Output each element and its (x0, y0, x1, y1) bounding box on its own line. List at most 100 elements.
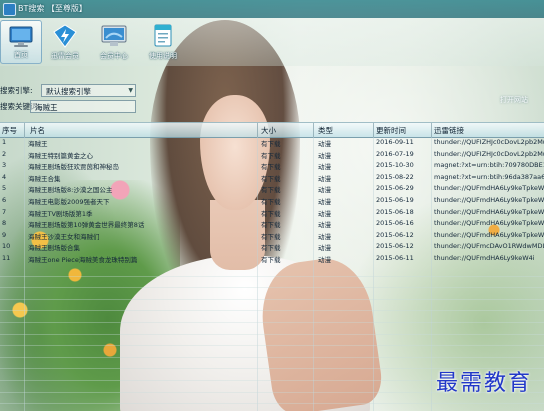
table-cell: 有下载 (261, 232, 281, 241)
table-cell: thunder://QUFmdHA6Ly9keTpkeW4i (434, 230, 544, 239)
column-header-size[interactable]: 大小 (261, 125, 276, 136)
table-cell: 2015-06-12 (376, 230, 414, 239)
table-cell: 9 (2, 230, 7, 239)
table-cell: thunder://QUFmdHA6Ly9keW4i (434, 254, 535, 262)
column-divider (257, 123, 258, 137)
column-header-updated[interactable]: 更新时间 (376, 125, 406, 136)
table-cell: 动漫 (318, 198, 331, 206)
table-cell: 2015-06-16 (376, 219, 414, 228)
table-cell: 海贼王TV剧场版第1季 (28, 209, 93, 218)
table-cell: 海贼王电影版2009强者天下 (28, 198, 110, 206)
chevron-down-icon: ▼ (128, 87, 133, 94)
table-cell: magnet:?xt=urn:btih:709780DBE1 (434, 161, 544, 170)
table-cell: 4 (2, 172, 7, 181)
title-bar[interactable]: BT搜索 【至尊版】 (0, 0, 544, 18)
table-cell: 动漫 (318, 244, 331, 253)
table-row[interactable]: 9 海贼王沙漠王女和海贼们 有下载 动漫 2015-06-12 thunder://QUF… (0, 230, 544, 241)
help-label: 使用说明 (149, 52, 177, 60)
table-row[interactable]: 8 海贼王剧场版第10弹黄金世界最终第8话 有下载 动漫 2015-06-16 thund… (0, 218, 544, 229)
empty-table-row (0, 323, 544, 335)
column-divider (313, 123, 314, 137)
table-cell: thunder://QUFmdHA6Ly9keTpkeW4i (434, 219, 544, 228)
table-cell: 动漫 (318, 151, 331, 160)
table-header: 序号 片名 大小 类型 更新时间 迅雷链接 (0, 122, 544, 138)
table-cell: 2016-07-19 (376, 149, 414, 158)
member-center-label: 会员中心 (100, 52, 128, 60)
table-cell: 动漫 (318, 140, 331, 148)
table-cell: 10 (2, 242, 11, 251)
column-header-title[interactable]: 片名 (30, 125, 45, 136)
monitor-icon (8, 25, 34, 49)
table-cell: 2015-08-22 (376, 172, 414, 181)
empty-table-row (0, 299, 544, 312)
table-cell: 动漫 (318, 209, 331, 218)
table-cell: 海贼王剧场版8:沙漠之国公主 (28, 186, 113, 195)
table-cell: 有下载 (261, 151, 281, 160)
table-cell: 有下载 (261, 186, 281, 195)
table-cell: 5 (2, 184, 7, 193)
table-cell: thunder://QUFmdHA6Ly9keTpkeW4i (434, 184, 544, 193)
table-row[interactable]: 4 海贼王合集 有下载 动漫 2015-08-22 magnet:?xt=urn:btih… (0, 172, 544, 183)
table-row[interactable]: 10 海贼王剧场版合集 有下载 动漫 2015-06-12 thunder://QUFmc… (0, 241, 544, 252)
table-row[interactable]: 7 海贼王TV剧场版第1季 有下载 动漫 2015-06-18 thunder://QUF… (0, 207, 544, 218)
table-cell: 11 (2, 254, 11, 262)
table-cell: thunder://QUFIZHJc0cDovL2pb2MubG9j (434, 138, 544, 146)
table-cell: 2016-09-11 (376, 138, 414, 146)
table-cell: 海贼王one Piece海贼美食龙珠特别篇 (28, 256, 138, 264)
table-cell: 2015-06-19 (376, 196, 414, 204)
window-title: BT搜索 【至尊版】 (18, 4, 87, 13)
empty-table-row (0, 346, 544, 358)
column-divider (373, 123, 374, 137)
table-cell: thunder://QUFmdHA6Ly9keTpkeW4i (434, 207, 544, 216)
table-cell: 2015-10-30 (376, 161, 414, 170)
table-cell: magnet:?xt=urn:btih:96da387aa6 (434, 172, 544, 181)
column-header-index[interactable]: 序号 (2, 125, 17, 136)
xunlei-member-button[interactable]: 迅雷会员 (44, 20, 86, 64)
table-cell: 1 (2, 138, 7, 146)
table-cell: 2015-06-18 (376, 207, 414, 216)
table-cell: 海贼王合集 (28, 174, 61, 183)
table-row[interactable]: 5 海贼王剧场版8:沙漠之国公主 有下载 动漫 2015-06-29 thunder://… (0, 183, 544, 194)
search-keyword-row: 搜索关键词: 海贼王 (0, 100, 140, 114)
search-engine-row: 搜索引擎: 默认搜索引擎 ▼ (0, 84, 140, 98)
table-cell: 海贼王剧场版第10弹黄金世界最终第8话 (28, 221, 145, 230)
home-button[interactable]: 首页 (0, 20, 42, 64)
table-cell: 6 (2, 196, 7, 204)
member-center-icon (101, 24, 127, 48)
table-cell: 动漫 (318, 186, 331, 195)
search-engine-select[interactable]: 默认搜索引擎 ▼ (41, 84, 136, 97)
table-cell: 2 (2, 149, 7, 158)
table-cell: thunder://QUFIZHJc0cDovL2pb2MubG9j (434, 149, 544, 158)
empty-table-row (0, 265, 544, 277)
table-cell: 动漫 (318, 232, 331, 241)
toolbar: 首页 迅雷会员 会员中心 使用说明 (0, 18, 544, 66)
search-engine-value: 默认搜索引擎 (46, 87, 91, 96)
table-cell: 有下载 (261, 221, 281, 230)
table-row[interactable]: 6 海贼王电影版2009强者天下 有下载 动漫 2015-06-19 thunder://… (0, 195, 544, 206)
table-cell: 2015-06-11 (376, 254, 414, 262)
column-header-type[interactable]: 类型 (318, 125, 333, 136)
table-cell: 有下载 (261, 244, 281, 253)
table-row[interactable]: 11 海贼王one Piece海贼美食龙珠特别篇 有下载 动漫 2015-06-11 th… (0, 253, 544, 264)
member-center-button[interactable]: 会员中心 (93, 20, 135, 64)
table-cell: 动漫 (318, 163, 331, 172)
table-row[interactable]: 3 海贼王剧场版狂欢贾茵和神秘岛 有下载 动漫 2015-10-30 magnet:?xt… (0, 160, 544, 171)
table-cell: 海贼王剧场版狂欢贾茵和神秘岛 (28, 163, 119, 172)
table-cell: 海贼王沙漠王女和海贼们 (28, 232, 100, 241)
table-cell: 动漫 (318, 256, 331, 264)
open-site-button[interactable]: 打开网站 (500, 95, 528, 105)
help-button[interactable]: 使用说明 (142, 20, 184, 64)
table-cell: 2015-06-12 (376, 242, 414, 251)
lightning-icon (52, 24, 78, 48)
column-header-link[interactable]: 迅雷链接 (434, 125, 464, 136)
app-icon (3, 3, 16, 16)
table-row[interactable]: 1 海贼王 有下载 动漫 2016-09-11 thunder://QUFIZHJc0cD… (0, 137, 544, 148)
table-cell: 海贼王剧场版合集 (28, 244, 80, 253)
table-cell: 动漫 (318, 174, 331, 183)
table-cell: thunder://QUFmcDAvO1RWdwMDL (434, 242, 544, 251)
table-row[interactable]: 2 海贼王特别篇黄金之心 有下载 动漫 2016-07-19 thunder://QUFI… (0, 149, 544, 160)
table-cell: 有下载 (261, 209, 281, 218)
home-label: 首页 (14, 51, 28, 59)
column-divider (24, 123, 25, 137)
search-keyword-input[interactable]: 海贼王 (30, 100, 136, 113)
